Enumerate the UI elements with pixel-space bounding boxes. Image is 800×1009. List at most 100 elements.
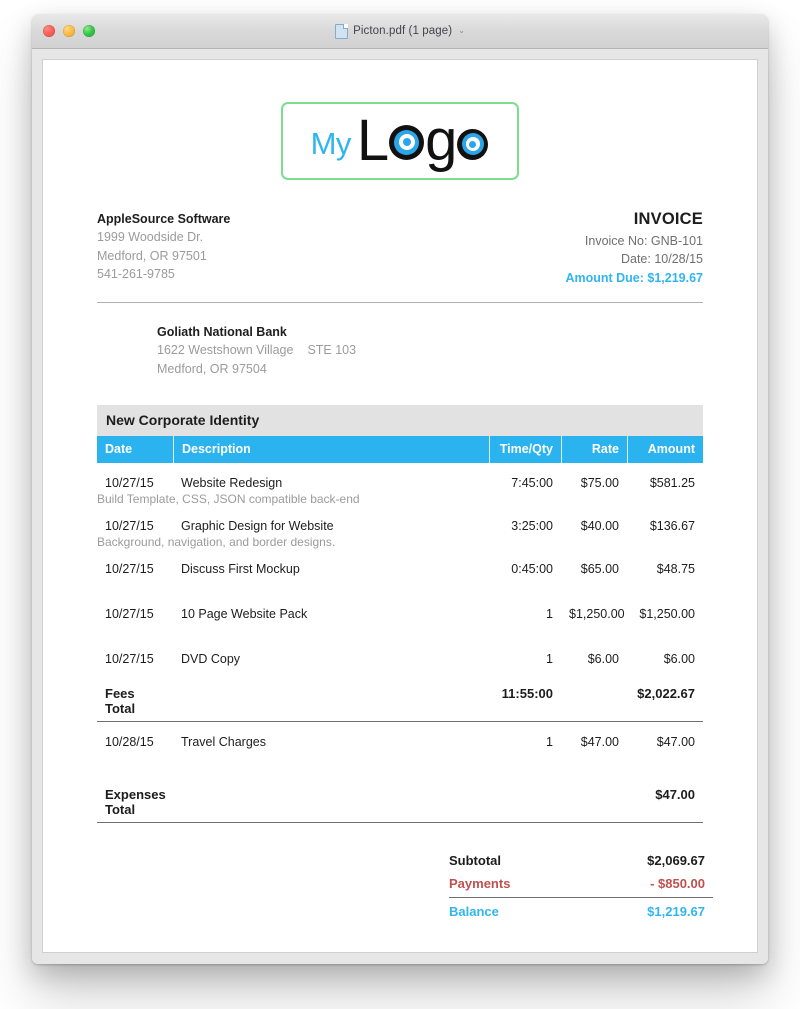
bullseye-icon-1: [389, 124, 425, 160]
cell-note: Build Template, CSS, JSON compatible bac…: [97, 491, 360, 506]
table-row: 10/27/15 DVD Copy 1 $6.00 $6.00: [97, 639, 703, 666]
expenses-total-rate-spacer: [561, 787, 627, 817]
invoice-meta-block: INVOICE Invoice No: GNB-101 Date: 10/28/…: [565, 210, 703, 288]
zoom-button[interactable]: [83, 25, 95, 37]
sender-name: AppleSource Software: [97, 212, 231, 226]
table-row: 10/28/15 Travel Charges 1 $47.00 $47.00: [97, 722, 703, 767]
table-row: 10/27/15 10 Page Website Pack 1 $1,250.0…: [97, 594, 703, 639]
cell-date: 10/27/15: [105, 651, 154, 666]
cell-rate: $1,250.00: [569, 606, 625, 621]
pdf-preview-window: Picton.pdf (1 page) ⌄ My L g AppleSource…: [32, 14, 768, 964]
pdf-page: My L g AppleSource Software 1999 Woodsid…: [42, 59, 758, 953]
expenses-total-qty: [489, 787, 561, 817]
invoice-title: INVOICE: [633, 210, 703, 228]
logo-letter-l: L: [356, 108, 389, 174]
table-row: 10/27/15 Graphic Design for Website 3:25…: [97, 506, 703, 549]
summary-subtotal-row: Subtotal $2,069.67: [449, 849, 713, 872]
logo-my-text: My: [310, 125, 352, 161]
cell-amount: $581.25: [649, 475, 695, 490]
cell-date: 10/27/15: [105, 561, 154, 576]
bill-to-suite: STE 103: [307, 343, 357, 358]
cell-amount: $47.00: [656, 734, 695, 749]
amount-due: Amount Due: $1,219.67: [565, 271, 703, 286]
window-title-group: Picton.pdf (1 page) ⌄: [32, 14, 768, 48]
cell-description: Discuss First Mockup: [181, 561, 300, 576]
invoice-number: Invoice No: GNB-101: [584, 233, 703, 248]
cell-description: 10 Page Website Pack: [181, 606, 308, 621]
window-title: Picton.pdf (1 page): [353, 25, 453, 37]
fees-total-amount: $2,022.67: [637, 685, 695, 701]
invoice-summary: Subtotal $2,069.67 Payments - $850.00 Ba…: [449, 849, 713, 923]
cell-qty: 3:25:00: [511, 518, 553, 533]
minimize-button[interactable]: [63, 25, 75, 37]
column-header-qty: Time/Qty: [489, 435, 561, 463]
cell-amount: $6.00: [663, 651, 695, 666]
bill-to-name: Goliath National Bank: [157, 324, 287, 339]
payments-label: Payments: [449, 875, 511, 891]
bill-to-street: 1622 Westshown Village: [157, 343, 294, 358]
fees-total-row: Fees Total 11:55:00 $2,022.67: [97, 680, 703, 722]
logo-logo-text: L g: [356, 108, 490, 174]
sender-address-block: AppleSource Software 1999 Woodside Dr. M…: [97, 210, 230, 288]
cell-description: DVD Copy: [181, 651, 241, 666]
cell-qty: 0:45:00: [511, 561, 553, 576]
desktop-backdrop: Picton.pdf (1 page) ⌄ My L g AppleSource…: [0, 0, 800, 1009]
column-header-description: Description: [173, 435, 489, 463]
subtotal-label: Subtotal: [449, 852, 501, 868]
column-header-rate: Rate: [561, 435, 627, 463]
bill-to-block: Goliath National Bank 1622 Westshown Vil…: [157, 323, 703, 379]
summary-balance-row: Balance $1,219.67: [449, 896, 713, 923]
table-row: 10/27/15 Discuss First Mockup 0:45:00 $6…: [97, 549, 703, 594]
cell-qty: 1: [546, 606, 553, 621]
balance-label: Balance: [449, 903, 499, 919]
fees-total-qty: 11:55:00: [501, 685, 553, 701]
balance-value: $1,219.67: [647, 903, 705, 919]
cell-note: Background, navigation, and border desig…: [97, 534, 336, 549]
cell-qty: 1: [546, 651, 553, 666]
subtotal-value: $2,069.67: [647, 852, 705, 868]
expenses-total-row: Expenses Total $47.00: [97, 781, 703, 823]
header-divider: [97, 301, 703, 303]
cell-date: 10/27/15: [105, 475, 154, 490]
fees-total-rate-spacer: [561, 686, 627, 716]
cell-qty: 1: [546, 734, 553, 749]
logo-letter-g: g: [425, 108, 457, 174]
cell-rate: $65.00: [580, 561, 619, 576]
bill-to-city: Medford, OR 97504: [157, 362, 267, 377]
cell-date: 10/27/15: [105, 606, 154, 621]
cell-description: Graphic Design for Website: [181, 518, 334, 533]
cell-qty: 7:45:00: [511, 475, 553, 490]
table-header-row: Date Description Time/Qty Rate Amount: [97, 435, 703, 463]
table-section-title: New Corporate Identity: [97, 404, 703, 436]
bullseye-icon-2: [457, 128, 489, 160]
invoice-logo-area: My L g: [97, 102, 703, 180]
sender-city: Medford, OR 97501: [97, 248, 207, 263]
close-button[interactable]: [43, 25, 55, 37]
cell-rate: $75.00: [580, 475, 619, 490]
cell-rate: $40.00: [580, 518, 619, 533]
fees-total-spacer: [173, 686, 489, 716]
cell-amount: $48.75: [656, 561, 695, 576]
cell-amount: $136.67: [649, 518, 695, 533]
window-content-area: My L g AppleSource Software 1999 Woodsid…: [32, 49, 768, 964]
cell-date: 10/27/15: [105, 518, 154, 533]
cell-description: Website Redesign: [181, 475, 283, 490]
cell-date: 10/28/15: [105, 734, 154, 749]
column-header-date: Date: [105, 441, 133, 456]
bill-to-street-line: 1622 Westshown Village STE 103: [157, 341, 703, 360]
invoice-header: AppleSource Software 1999 Woodside Dr. M…: [97, 210, 703, 288]
company-logo: My L g: [281, 102, 519, 180]
sender-phone: 541-261-9785: [97, 266, 175, 281]
expenses-total-spacer: [173, 787, 489, 817]
window-controls: [43, 25, 95, 37]
chevron-down-icon[interactable]: ⌄: [458, 27, 465, 35]
fees-total-label: Fees Total: [105, 685, 136, 716]
sender-street: 1999 Woodside Dr.: [97, 230, 204, 245]
window-titlebar[interactable]: Picton.pdf (1 page) ⌄: [32, 14, 768, 49]
table-row: 10/27/15 Website Redesign 7:45:00 $75.00…: [97, 463, 703, 506]
cell-description: Travel Charges: [181, 734, 266, 749]
invoice-date: Date: 10/28/15: [620, 252, 703, 267]
cell-rate: $6.00: [587, 651, 619, 666]
summary-payments-row: Payments - $850.00: [449, 872, 713, 895]
cell-rate: $47.00: [580, 734, 619, 749]
